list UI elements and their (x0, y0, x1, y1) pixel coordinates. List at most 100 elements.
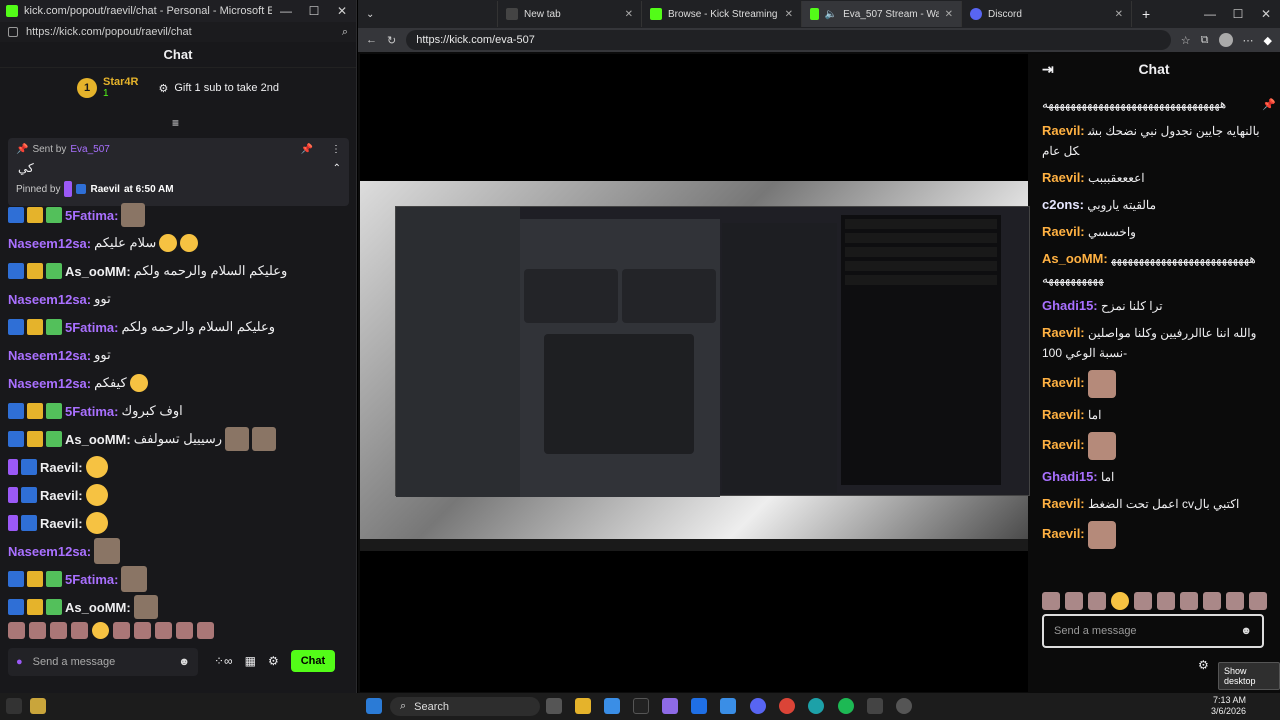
chat-username[interactable]: As_ooMM: (65, 264, 131, 279)
stream-video-player[interactable] (360, 54, 1030, 692)
minimize-icon[interactable]: — (272, 4, 300, 18)
chrome-icon[interactable] (779, 698, 795, 714)
address-bar[interactable]: https://kick.com/eva-507 (406, 30, 1171, 50)
tab-strip-controls[interactable]: ⌄ (358, 1, 498, 27)
obs-icon[interactable] (896, 698, 912, 714)
tab-actions-icon[interactable]: ⌄ (366, 9, 374, 20)
emote-icon[interactable] (92, 622, 109, 639)
edge-icon[interactable] (808, 698, 824, 714)
chat-input[interactable]: ● Send a message ☻ (8, 648, 198, 676)
collapse-icon[interactable]: ⌃ (333, 163, 341, 174)
discord-icon[interactable] (750, 698, 766, 714)
chat-username[interactable]: Ghadi15: (1042, 298, 1098, 313)
chat-username[interactable]: Raevil: (1042, 407, 1085, 422)
gift-leaderboard[interactable]: 1 Star4R 1 ⚙ Gift 1 sub to take 2nd (0, 68, 356, 108)
chat-username[interactable]: Raevil: (40, 460, 83, 475)
taskbar-search[interactable]: ⌕ Search (390, 697, 540, 716)
chat-username[interactable]: Raevil: (1042, 375, 1085, 390)
emoji-icon[interactable]: ☻ (1240, 625, 1252, 637)
tab-discord[interactable]: Discord ✕ (962, 1, 1132, 27)
emote-icon[interactable] (1042, 592, 1060, 610)
tab-new-tab[interactable]: New tab ✕ (498, 1, 642, 27)
emote-icon[interactable] (155, 622, 172, 639)
app-icon[interactable] (867, 698, 883, 714)
emote-icon[interactable] (1065, 592, 1083, 610)
app-icon[interactable] (604, 698, 620, 714)
notepad-icon[interactable] (720, 698, 736, 714)
unpin-icon[interactable]: 📌 (301, 144, 313, 155)
app-icon[interactable] (691, 698, 707, 714)
emote-icon[interactable] (197, 622, 214, 639)
close-tab-icon[interactable]: ✕ (625, 9, 633, 20)
chat-username[interactable]: 5Fatima: (65, 320, 118, 335)
chat-input[interactable]: Send a message ☻ (1042, 614, 1264, 648)
close-tab-icon[interactable]: ✕ (785, 9, 793, 20)
chat-username[interactable]: Raevil: (1042, 123, 1085, 138)
recent-emotes[interactable] (8, 622, 214, 639)
emote-icon[interactable] (1203, 592, 1221, 610)
emoji-icon[interactable]: ☻ (178, 656, 190, 668)
chat-username[interactable]: 5Fatima: (65, 404, 118, 419)
more-options-icon[interactable]: ⋯ (1243, 34, 1254, 47)
emote-icon[interactable] (1249, 592, 1267, 610)
chat-username[interactable]: Naseem12sa: (8, 544, 91, 559)
chat-username[interactable]: As_ooMM: (65, 432, 131, 447)
favorite-icon[interactable]: ☆ (1181, 34, 1191, 47)
copilot-icon[interactable] (662, 698, 678, 714)
minimize-icon[interactable]: — (1196, 7, 1224, 21)
points-icon[interactable]: ⁘∞ (214, 654, 233, 668)
tab-eva-stream[interactable]: 🔈 Eva_507 Stream - Watch Live ✕ (802, 1, 962, 27)
maximize-icon[interactable]: ☐ (1224, 7, 1252, 21)
audio-icon[interactable]: 🔈 (825, 9, 837, 20)
folder-icon[interactable] (575, 698, 591, 714)
emote-icon[interactable] (1134, 592, 1152, 610)
zoom-icon[interactable]: ⌕ (342, 26, 348, 39)
chat-username[interactable]: Raevil: (1042, 526, 1085, 541)
taskbar-clock[interactable]: 7:13 AM 3/6/2026 (1211, 695, 1246, 717)
chat-username[interactable]: Naseem12sa: (8, 236, 91, 251)
emote-icon[interactable] (113, 622, 130, 639)
recent-emotes[interactable] (1042, 592, 1267, 610)
collapse-chat-icon[interactable]: ⇥ (1042, 61, 1054, 78)
chat-username[interactable]: Raevil: (1042, 224, 1085, 239)
task-view-icon[interactable] (546, 698, 562, 714)
chat-username[interactable]: Raevil: (1042, 496, 1085, 511)
widgets-icon[interactable] (6, 698, 22, 714)
emote-icon[interactable] (176, 622, 193, 639)
emote-icon[interactable] (1180, 592, 1198, 610)
close-tab-icon[interactable]: ✕ (945, 9, 953, 20)
chat-username[interactable]: Naseem12sa: (8, 292, 91, 307)
chat-username[interactable]: Raevil: (40, 488, 83, 503)
back-icon[interactable]: ← (366, 34, 377, 46)
extensions-icon[interactable]: ⧉ (1201, 34, 1209, 47)
emote-icon[interactable] (1088, 592, 1106, 610)
address-bar[interactable]: https://kick.com/popout/raevil/chat ⌕ (0, 22, 356, 42)
chat-username[interactable]: Raevil: (1042, 325, 1085, 340)
chat-username[interactable]: As_ooMM: (1042, 251, 1108, 266)
profile-avatar[interactable] (1218, 33, 1233, 47)
tab-browse-kick[interactable]: Browse - Kick Streaming ✕ (642, 1, 802, 27)
emote-icon[interactable] (71, 622, 88, 639)
settings-icon[interactable]: ⚙ (1198, 658, 1209, 672)
emote-icon[interactable] (8, 622, 25, 639)
chat-send-button[interactable]: Chat (290, 650, 336, 672)
chat-username[interactable]: As_ooMM: (65, 600, 131, 615)
chat-username[interactable]: Raevil: (1042, 437, 1085, 452)
start-icon[interactable] (366, 698, 382, 714)
emote-icon[interactable] (29, 622, 46, 639)
chat-username[interactable]: Naseem12sa: (8, 376, 91, 391)
emote-icon[interactable] (134, 622, 151, 639)
close-icon[interactable]: ✕ (1252, 7, 1280, 21)
more-options-icon[interactable]: ⋮ (331, 144, 341, 155)
emote-icon[interactable] (1226, 592, 1244, 610)
maximize-icon[interactable]: ☐ (300, 4, 328, 18)
chat-username[interactable]: Ghadi15: (1042, 469, 1098, 484)
close-tab-icon[interactable]: ✕ (1115, 9, 1123, 20)
chat-username[interactable]: 5Fatima: (65, 208, 118, 223)
pin-icon[interactable]: 📌 (1262, 98, 1276, 111)
tiktok-icon[interactable] (633, 698, 649, 714)
copilot-icon[interactable]: ◆ (1264, 34, 1272, 47)
spotify-icon[interactable] (838, 698, 854, 714)
emote-icon[interactable] (50, 622, 67, 639)
new-tab-button[interactable]: + (1142, 6, 1150, 22)
